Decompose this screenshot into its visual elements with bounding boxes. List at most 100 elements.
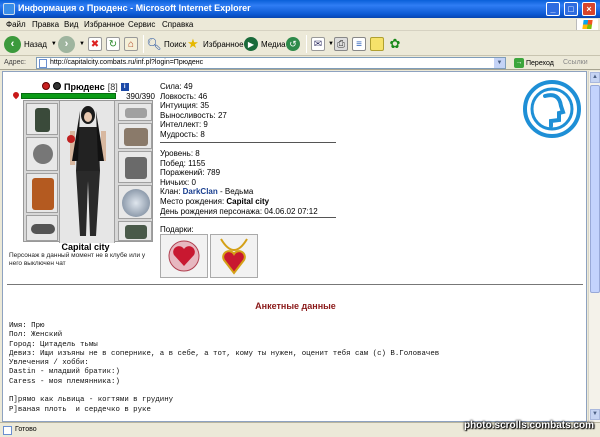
vertical-scrollbar[interactable]: ▲ ▼ (588, 71, 600, 422)
gloves-slot[interactable] (118, 123, 152, 149)
info-block: Уровень: 8 Побед: 1155 Поражений: 789 Ни… (160, 149, 318, 216)
page-icon (39, 59, 47, 68)
watermark: photo.scrolls.combats.com (463, 420, 594, 431)
profile-line: Р]ваная плоть и сердечко в руке (9, 405, 151, 414)
print-button[interactable]: ⎙ (334, 35, 348, 53)
refresh-button[interactable]: ↻ (106, 35, 120, 53)
minimize-button[interactable]: _ (546, 2, 560, 16)
divider (160, 142, 336, 143)
character-portrait-icon (67, 106, 106, 236)
character-name: Прюденс (64, 82, 105, 92)
note-icon (370, 37, 384, 51)
page-content: Прюденс [8] i 390/390 Capital city Персо… (2, 71, 587, 422)
favorites-label: Избранное (203, 39, 244, 49)
discuss-button[interactable] (370, 35, 384, 53)
gloves-icon (124, 128, 148, 146)
gift-item[interactable] (210, 234, 258, 278)
maximize-button[interactable]: □ (564, 2, 578, 16)
helmet-slot[interactable] (26, 103, 58, 135)
chat-status-note: Персонаж в данный момент не в клубе или … (9, 252, 146, 267)
forward-button[interactable]: › ▼ (58, 35, 85, 53)
stop-button[interactable]: ✖ (88, 35, 102, 53)
close-button[interactable]: × (582, 2, 596, 16)
info-birthplace: Место рождения: Capital city (160, 197, 318, 207)
mail-icon: ✉ (311, 37, 325, 51)
media-icon: ▶ (244, 37, 258, 51)
character-figure (59, 101, 115, 243)
printer-icon: ⎙ (334, 37, 348, 51)
links-button[interactable]: Ссылки (563, 59, 588, 66)
title-bar: Информация о Прюденс - Microsoft Interne… (0, 0, 600, 18)
boots-slot[interactable] (118, 221, 152, 241)
stat-intuition: Интуиция: 35 (160, 101, 210, 111)
home-icon: ⌂ (124, 37, 138, 51)
belt-icon (31, 224, 55, 234)
chevron-down-icon: ▼ (79, 41, 85, 47)
gift-item[interactable] (160, 234, 208, 278)
go-button[interactable]: → Переход (514, 58, 554, 68)
ring-slot[interactable] (118, 103, 152, 121)
alignment-emblem-icon (42, 82, 50, 90)
character-name-row: Прюденс [8] i (64, 82, 129, 92)
search-button[interactable]: 🔍︎ Поиск (146, 35, 186, 53)
media-label: Медиа (261, 39, 286, 49)
scrollbar-thumb[interactable] (590, 85, 600, 293)
menu-file[interactable]: Файл (6, 20, 26, 29)
profile-gender: Пол: Женский (9, 331, 63, 340)
address-bar: Адрес: http://capitalcity.combats.ru/inf… (0, 56, 600, 70)
paperdoll (23, 100, 153, 243)
chest-armor-icon (32, 178, 54, 210)
messenger-button[interactable]: ✿ (388, 35, 402, 53)
bracers-slot[interactable] (118, 151, 152, 183)
messenger-icon: ✿ (389, 36, 401, 51)
profile-text: Имя: Прю Пол: Женский Город: Цитадель тьмы… (9, 322, 439, 415)
scroll-down-icon[interactable]: ▼ (590, 409, 600, 420)
stop-icon: ✖ (88, 37, 102, 51)
menu-edit[interactable]: Правка (32, 20, 59, 29)
armor-slot[interactable] (26, 173, 58, 213)
forward-arrow-icon: › (58, 35, 75, 53)
ie-icon (3, 3, 15, 15)
profile-name: Имя: Прю (9, 322, 45, 330)
favorites-button[interactable]: ★ Избранное (186, 35, 244, 53)
back-button[interactable]: ‹ Назад ▼ (4, 35, 57, 53)
stat-wisdom: Мудрость: 8 (160, 129, 205, 139)
hp-bar (21, 93, 116, 99)
menu-help[interactable]: Справка (162, 20, 193, 29)
birthplace-value: Capital city (226, 196, 270, 206)
info-wins: Побед: 1155 (160, 158, 206, 168)
profile-line: Caress - моя племянника:) (9, 377, 120, 386)
menu-view[interactable]: Вид (64, 20, 78, 29)
section-divider (7, 284, 583, 285)
mail-button[interactable]: ✉ ▼ (311, 35, 334, 53)
belt-slot[interactable] (26, 215, 58, 241)
address-input[interactable]: http://capitalcity.combats.ru/inf.pl?log… (36, 57, 506, 69)
windows-logo-icon (576, 19, 598, 30)
scroll-up-icon[interactable]: ▲ (590, 72, 600, 83)
media-button[interactable]: ▶ Медиа (244, 35, 286, 53)
clan-link[interactable]: DarkClan (183, 187, 218, 196)
info-birthday: День рождения персонажа: 04.06.02 07:12 (160, 206, 318, 216)
shield-slot[interactable] (118, 185, 152, 219)
back-label: Назад (24, 39, 47, 49)
go-arrow-icon: → (514, 58, 524, 68)
menu-favorites[interactable]: Избранное (84, 20, 125, 29)
profile-section-title: Анкетные данные (255, 301, 336, 311)
info-icon[interactable]: i (120, 83, 129, 91)
chevron-down-icon: ▼ (50, 41, 57, 47)
clan-emblem-icon (53, 82, 61, 90)
history-icon: ↺ (286, 37, 300, 51)
home-button[interactable]: ⌂ (124, 35, 138, 53)
chevron-down-icon[interactable]: ▼ (494, 58, 505, 68)
heart-icon (11, 90, 21, 100)
back-arrow-icon: ‹ (4, 35, 21, 53)
menu-tools[interactable]: Сервис (128, 20, 155, 29)
edit-button[interactable]: ≡ (352, 35, 366, 53)
armor-item-icon (35, 108, 50, 132)
address-url: http://capitalcity.combats.ru/inf.pl?log… (50, 59, 204, 66)
weapon-slot[interactable] (26, 137, 58, 171)
refresh-icon: ↻ (106, 37, 120, 51)
history-button[interactable]: ↺ (286, 35, 300, 53)
boots-icon (125, 225, 147, 239)
edit-page-icon: ≡ (352, 37, 366, 51)
